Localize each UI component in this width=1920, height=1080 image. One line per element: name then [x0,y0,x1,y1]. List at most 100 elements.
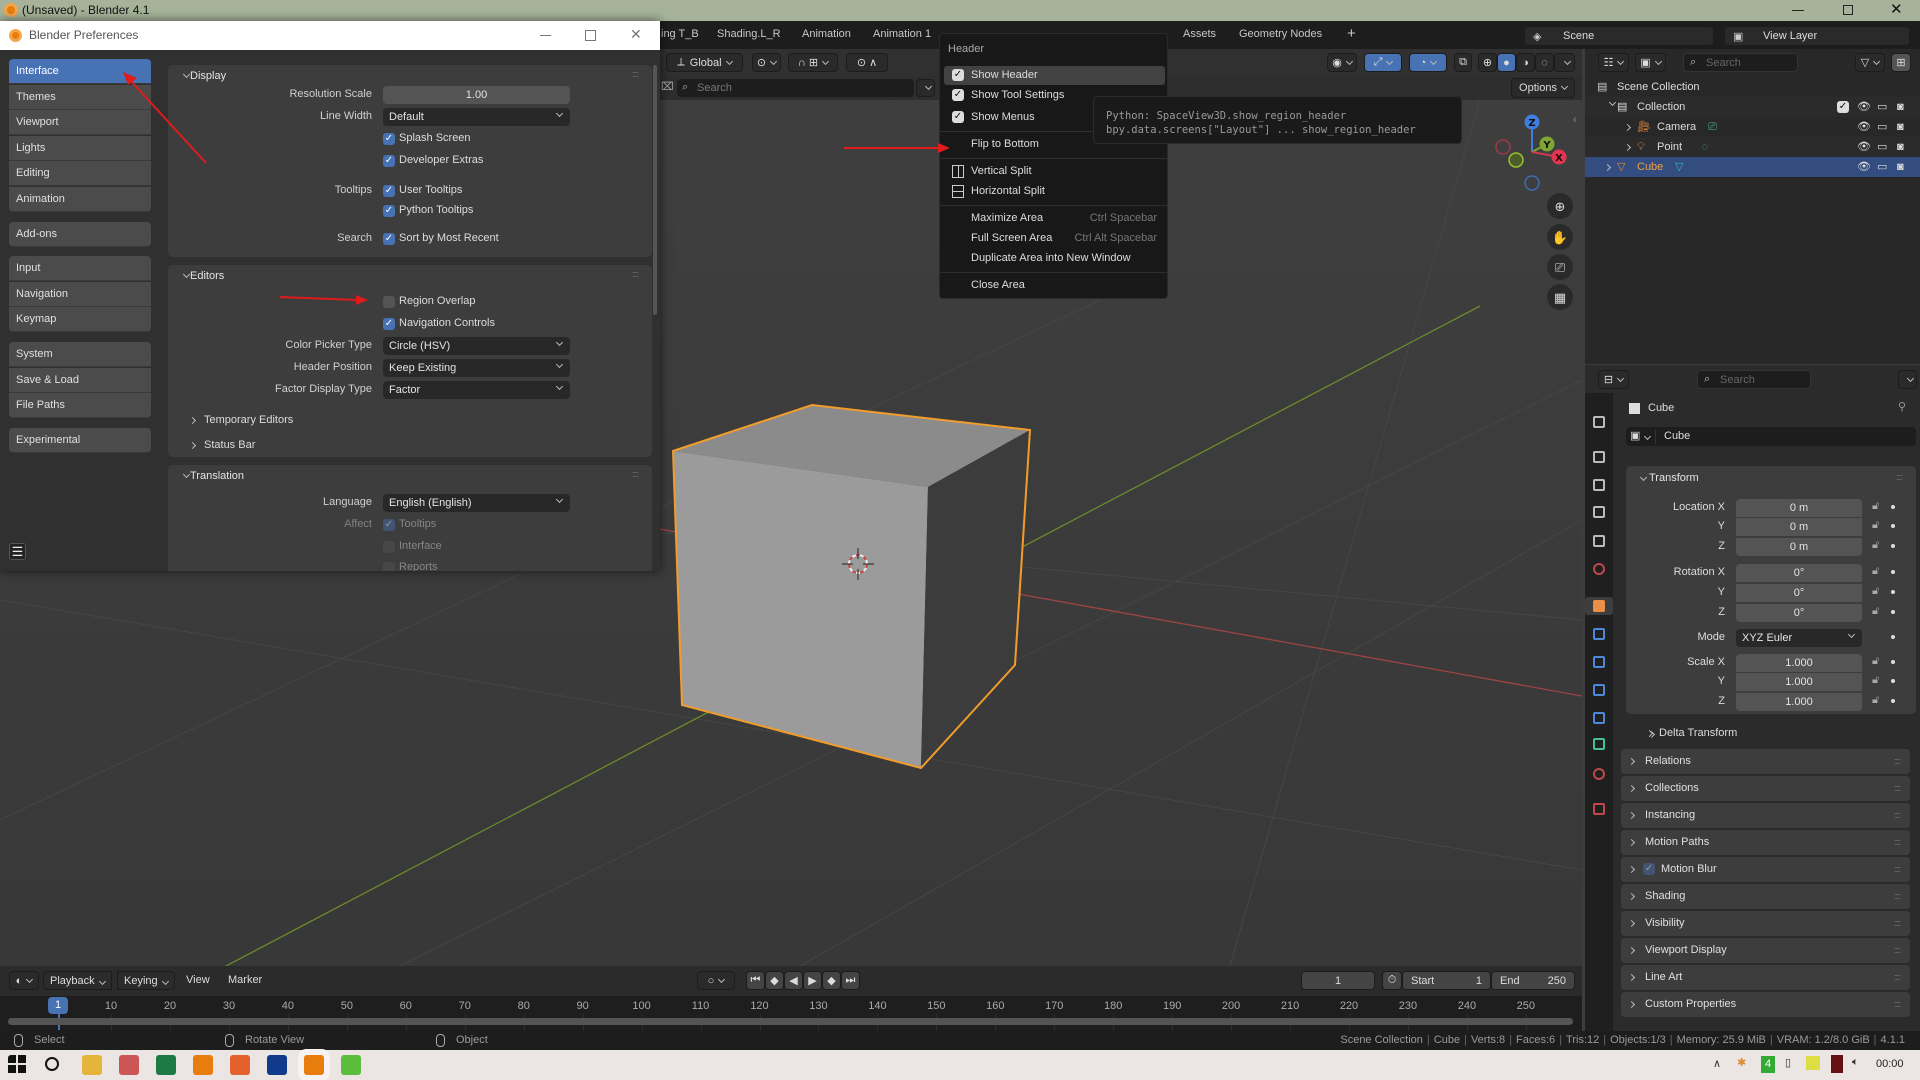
transform-panel-title[interactable]: Transform [1649,472,1699,484]
panel-shading[interactable]: Shading:::: [1621,884,1910,909]
panel-viewport-display[interactable]: Viewport Display:::: [1621,938,1910,963]
properties-tab-output[interactable] [1590,476,1608,494]
transform-field-9-z[interactable]: 1.000 [1736,693,1862,711]
nav-item-animation[interactable]: Animation [9,187,151,212]
keyframe-dot-icon[interactable] [1891,610,1895,614]
clock[interactable]: 00:00 [1876,1058,1904,1070]
drag-handle-icon[interactable]: :::: [1894,938,1901,963]
keyframe-dot-icon[interactable] [1891,590,1895,594]
menu-item-show-header[interactable]: Show Header ✓ [944,66,1165,85]
prev-keyframe-button[interactable]: ◆ [765,971,784,990]
outliner-search-input[interactable]: ⌕ Search [1683,53,1798,72]
playhead-frame-badge[interactable]: 1 [48,997,68,1014]
transform-field-2-z[interactable]: 0 m [1736,538,1862,556]
add-workspace-button[interactable]: + [1347,25,1356,42]
nav-item-system[interactable]: System [9,342,151,367]
light-data-icon[interactable]: ◌ [1702,137,1709,157]
transform-field-7-scale-x[interactable]: 1.000 [1736,654,1862,672]
drag-handle-icon[interactable]: :::: [1894,776,1901,801]
factor-display-type-dropdown[interactable]: Factor [383,381,570,399]
outliner-row-cube[interactable]: ▽ Cube ▽ 👁︎ ▭ ◙ [1585,157,1920,177]
drag-handle-icon[interactable]: :::: [1894,803,1901,828]
python-tooltips-checkbox[interactable]: ✓ [383,205,395,217]
shading-wireframe[interactable]: ⊕ [1478,53,1497,72]
display-mode-dropdown[interactable]: ☷ [1598,53,1629,72]
jump-start-button[interactable]: ⏮ [746,971,765,990]
tray-app2-icon[interactable] [1831,1055,1843,1073]
preview-range-toggle[interactable]: ⏱ [1382,971,1402,990]
preferences-menu-button[interactable]: ☰ [9,543,26,560]
sidebar-toggle-icon[interactable]: ‹ [1573,114,1577,126]
visibility-eye-icon[interactable]: 👁︎ [1857,137,1871,157]
transform-orientation-dropdown[interactable]: ⟂ Global [666,53,743,72]
timeline-menu-marker[interactable]: Marker [222,971,268,990]
start-frame-field[interactable]: Start 1 [1402,971,1491,990]
drag-handle-icon[interactable]: :::: [1894,884,1901,909]
render-camera-icon[interactable]: ◙ [1897,97,1904,117]
expand-chevron-icon[interactable] [1623,143,1632,152]
outliner-label[interactable]: Cube [1637,157,1663,177]
shading-material[interactable]: ◑ [1516,53,1535,72]
menu-item-maximize-area[interactable]: Maximize Area Ctrl Spacebar [944,209,1165,228]
resolution-scale-field[interactable]: 1.00 [383,86,570,104]
lock-icon[interactable]: 🔓︎ [1872,694,1879,707]
snap-toggle[interactable]: ∩ ⊞ [788,53,838,72]
navigation-controls-label[interactable]: Navigation Controls [399,317,495,329]
viewport-display-icon[interactable]: ▭ [1877,137,1887,157]
panel-custom-properties[interactable]: Custom Properties:::: [1621,992,1910,1017]
expand-chevron-icon[interactable] [1603,163,1612,172]
transform-field-5-z[interactable]: 0° [1736,604,1862,622]
outliner-row-point[interactable]: 💡︎ Point ◌ 👁︎ ▭ ◙ [1585,137,1920,157]
splash-screen-label[interactable]: Splash Screen [399,132,471,144]
search-input[interactable]: ⌕ Search [677,79,914,97]
section-title[interactable]: Editors [190,270,224,282]
blender-active-icon[interactable] [304,1055,324,1075]
file-explorer-icon[interactable] [82,1055,102,1075]
firefox-icon[interactable] [230,1055,250,1075]
workspace-tab-geometry-nodes[interactable]: Geometry Nodes [1239,28,1322,40]
lock-icon[interactable]: 🔓︎ [1872,565,1879,578]
properties-tab-material[interactable] [1590,765,1608,783]
blender-icon[interactable] [193,1055,213,1075]
delta-transform-subpanel[interactable]: Delta Transform [1659,727,1737,739]
workspace-tab-animation-1[interactable]: Animation 1 [873,28,931,40]
tray-overflow-icon[interactable]: ∧ [1713,1057,1721,1070]
properties-tab-world[interactable] [1590,560,1608,578]
visibility-eye-icon[interactable]: 👁︎ [1857,97,1871,117]
usb-icon[interactable]: ▯ [1785,1056,1791,1069]
windows-start-icon[interactable] [8,1055,28,1075]
close-button[interactable]: ✕ [1890,0,1903,18]
viewport-display-icon[interactable]: ▭ [1877,117,1887,137]
viewport-display-icon[interactable]: ▭ [1877,157,1887,177]
pivot-point-dropdown[interactable]: ⊙ [752,53,781,72]
paint-icon[interactable] [119,1055,139,1075]
proportional-edit-toggle[interactable]: ⊙ ∧ [846,53,888,72]
view-layer-selector[interactable]: ▣ View Layer [1724,26,1910,46]
keyframe-dot-icon[interactable] [1891,544,1895,548]
language-dropdown[interactable]: English (English) [383,494,570,512]
outliner-row-camera[interactable]: 🎥︎ Camera ⎚ 👁︎ ▭ ◙ [1585,117,1920,137]
sort-by-most-recent-label[interactable]: Sort by Most Recent [399,232,499,244]
keyframe-dot-icon[interactable] [1891,679,1895,683]
navigation-controls-checkbox[interactable]: ✓ [383,318,395,330]
nav-item-keymap[interactable]: Keymap [9,307,151,333]
render-camera-icon[interactable]: ◙ [1897,117,1904,137]
tooltips-label[interactable]: Tooltips [399,518,436,530]
workspace-tab-assets[interactable]: Assets [1183,28,1216,40]
panel-instancing[interactable]: Instancing:::: [1621,803,1910,828]
search-icon[interactable] [45,1057,59,1071]
current-frame-field[interactable]: 1 [1301,971,1375,990]
shading-dropdown[interactable] [1554,53,1575,72]
panel-visibility[interactable]: Visibility:::: [1621,911,1910,936]
timeline-menu-playback[interactable]: Playback [43,971,112,990]
developer-extras-checkbox[interactable]: ✓ [383,155,395,167]
properties-tab-physics[interactable] [1590,681,1608,699]
tray-note-icon[interactable] [1806,1056,1820,1070]
collapse-chevron-icon[interactable] [1608,98,1617,107]
region-overlap-checkbox[interactable] [383,296,395,308]
shading-rendered[interactable]: ◌ [1535,53,1554,72]
object-name-field[interactable]: ▣ Cube [1626,427,1916,446]
panel-relations[interactable]: Relations:::: [1621,749,1910,774]
maximize-button[interactable] [1843,5,1853,15]
transform-field-0-location-x[interactable]: 0 m [1736,499,1862,517]
